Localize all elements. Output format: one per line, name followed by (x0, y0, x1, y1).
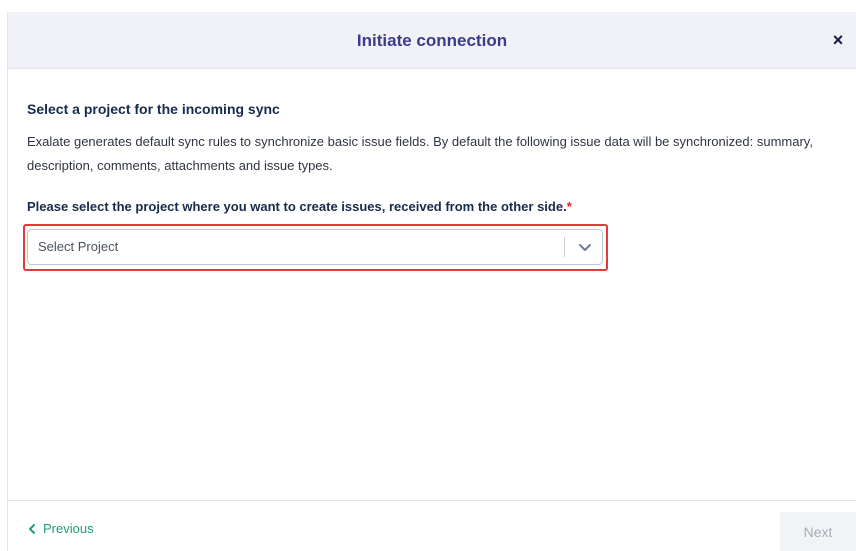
required-marker: * (566, 199, 572, 214)
previous-button[interactable]: Previous (27, 521, 94, 536)
previous-label: Previous (43, 521, 94, 536)
background-panel-edge (0, 12, 8, 551)
footer-divider (8, 500, 856, 501)
modal-title: Initiate connection (356, 31, 508, 50)
sync-description: Exalate generates default sync rules to … (27, 134, 813, 173)
chevron-down-icon[interactable] (577, 240, 593, 254)
project-select-placeholder: Select Project (38, 239, 119, 254)
select-separator (564, 237, 565, 257)
chevron-left-icon (27, 523, 37, 535)
project-field-label-text: Please select the project where you want… (27, 199, 567, 214)
project-select[interactable]: Select Project (27, 229, 603, 265)
next-button[interactable]: Next (780, 512, 856, 551)
modal-header: Initiate connection × (8, 12, 856, 69)
project-field-label: Please select the project where you want… (27, 198, 827, 216)
section-title: Select a project for the incoming sync (27, 101, 280, 117)
modal-content: Select a project for the incoming sync E… (27, 100, 827, 216)
close-icon[interactable]: × (828, 30, 848, 50)
initiate-connection-modal: Initiate connection × Select a project f… (0, 0, 856, 551)
